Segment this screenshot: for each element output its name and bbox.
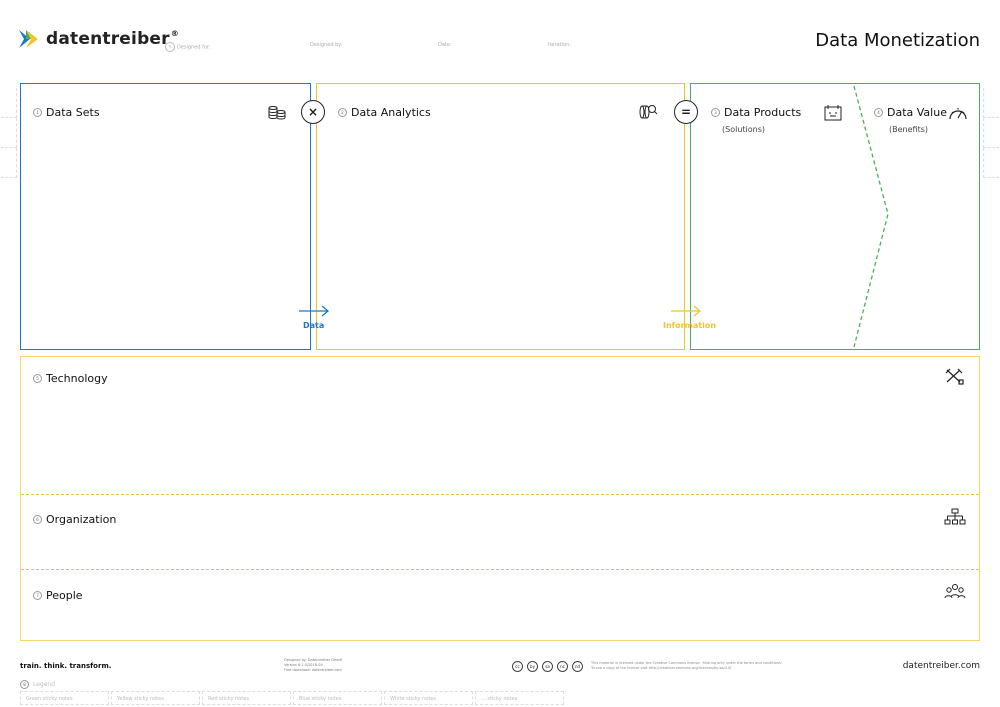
meta-date: Date: xyxy=(438,42,452,48)
meta-designed-by: Designed by: xyxy=(310,42,343,48)
divider-dashed xyxy=(21,569,979,570)
data-sets-label: 1 Data Sets xyxy=(33,106,100,119)
legend-cell: Blue sticky notes xyxy=(293,691,382,705)
step-number: 1 xyxy=(33,108,42,117)
legend-cell: Green sticky notes xyxy=(20,691,109,705)
data-arrow-icon xyxy=(299,305,330,317)
non-commercial-icon: nc xyxy=(557,661,568,672)
data-value-subtitle: (Benefits) xyxy=(889,125,928,134)
organization-label: 6 Organization xyxy=(33,513,116,526)
data-arrow-label: Data xyxy=(303,321,325,330)
legend-cell: Yellow sticky notes xyxy=(111,691,200,705)
step-number: 6 xyxy=(33,515,42,524)
step-number: 3 xyxy=(711,108,720,117)
license-icons: cc by sa nc nd xyxy=(512,661,583,672)
step-number: 5 xyxy=(33,374,42,383)
share-alike-icon: sa xyxy=(542,661,553,672)
enablers-box[interactable] xyxy=(20,356,980,641)
margin-segment xyxy=(983,118,999,148)
tools-icon xyxy=(945,368,964,385)
legend-cell: ... sticky notes xyxy=(475,691,564,705)
org-chart-icon xyxy=(944,508,966,525)
meta-designed-for: ✎ Designed for: xyxy=(165,42,211,52)
people-label: 7 People xyxy=(33,589,83,602)
margin-segment xyxy=(1,118,17,148)
multiply-operator: × xyxy=(301,100,325,124)
gauge-icon xyxy=(949,108,967,120)
cc-icon: cc xyxy=(512,661,523,672)
information-arrow-label: Information xyxy=(663,321,717,330)
credits: Designed by: Datentreiber GmbH Version 6… xyxy=(284,658,343,672)
equals-operator: = xyxy=(674,100,698,124)
data-products-subtitle: (Solutions) xyxy=(722,125,765,134)
margin-segment xyxy=(983,88,999,118)
information-arrow-icon xyxy=(671,305,702,317)
data-analytics-label: 2 Data Analytics xyxy=(338,106,431,119)
data-analytics-box[interactable] xyxy=(316,83,685,350)
logo: datentreiber® xyxy=(18,28,179,50)
data-products-label: 3 Data Products xyxy=(711,106,801,119)
legend-cell: Red sticky notes xyxy=(202,691,291,705)
attribution-icon: by xyxy=(527,661,538,672)
analytics-cylinders-icon xyxy=(639,105,658,119)
margin-segment xyxy=(1,88,17,118)
technology-label: 5 Technology xyxy=(33,372,108,385)
meta-icon: ✎ xyxy=(165,42,175,52)
legend-cell: White sticky notes xyxy=(384,691,473,705)
step-number: 7 xyxy=(33,591,42,600)
data-products-value-box[interactable] xyxy=(690,83,980,350)
no-derivatives-icon: nd xyxy=(572,661,583,672)
coin-stack-icon xyxy=(268,106,286,120)
margin-segment xyxy=(983,148,999,178)
tagline: train. think. transform. xyxy=(20,662,112,670)
brand-name: datentreiber® xyxy=(46,29,179,49)
page-title: Data Monetization xyxy=(815,30,980,51)
product-box-icon xyxy=(824,105,842,121)
legend-row: Green sticky notes Yellow sticky notes R… xyxy=(20,691,566,705)
left-margin-guides xyxy=(1,88,17,178)
meta-iteration: Iteration: xyxy=(548,42,571,48)
step-number: 2 xyxy=(338,108,347,117)
data-sets-box[interactable] xyxy=(20,83,311,350)
people-group-icon xyxy=(944,584,966,599)
divider-dashed xyxy=(21,494,979,495)
footer-url[interactable]: datentreiber.com xyxy=(903,661,980,671)
margin-segment xyxy=(1,148,17,178)
value-divider xyxy=(853,85,889,348)
license-text: This material is licensed under the Crea… xyxy=(591,661,783,670)
legend-label: 8 Legend xyxy=(20,680,55,689)
right-margin-guides xyxy=(983,88,999,178)
brand-arrow-icon xyxy=(19,30,38,48)
step-number: 8 xyxy=(20,680,29,689)
